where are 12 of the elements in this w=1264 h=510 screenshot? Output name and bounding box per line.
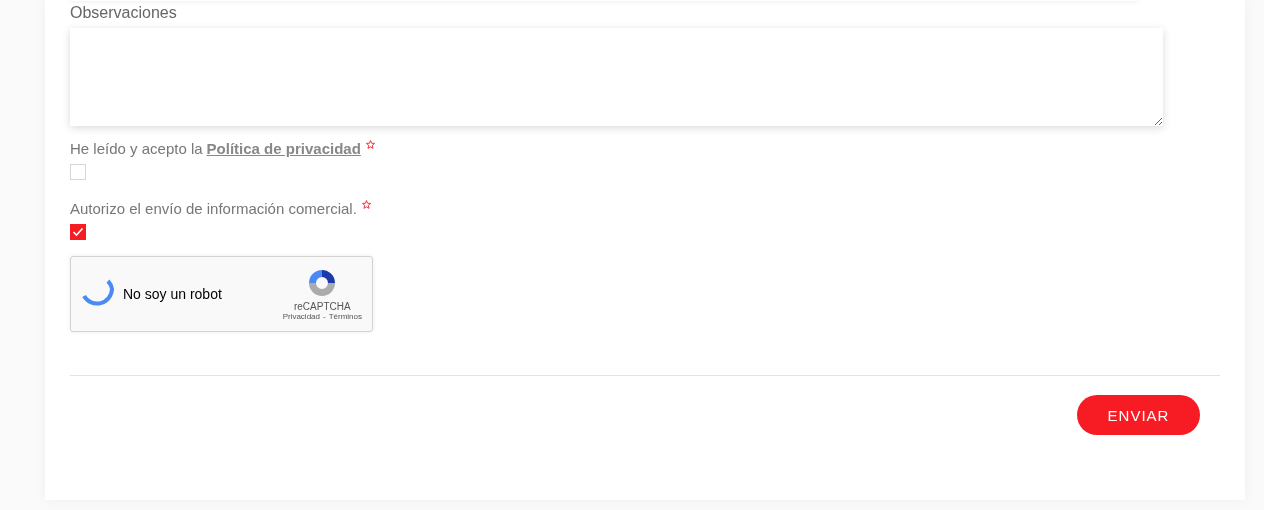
submit-button[interactable]: ENVIAR (1077, 395, 1200, 435)
privacy-link[interactable]: Política de privacidad (206, 138, 361, 160)
terms-link[interactable]: Términos (328, 312, 362, 321)
field-label: Observaciones (70, 3, 178, 23)
consent-checkbox[interactable] (70, 224, 86, 240)
consent-label: Autorizo el envío de información comercial. (70, 199, 357, 219)
spinner-icon (81, 279, 117, 309)
separator-text: - (323, 312, 326, 321)
captcha-label: No soy un robot (123, 286, 223, 302)
privacy-link[interactable]: Privacidad (282, 312, 320, 321)
consent-label: He leído y acepto la (70, 139, 203, 159)
captcha-brand: reCAPTCHA (293, 301, 351, 312)
